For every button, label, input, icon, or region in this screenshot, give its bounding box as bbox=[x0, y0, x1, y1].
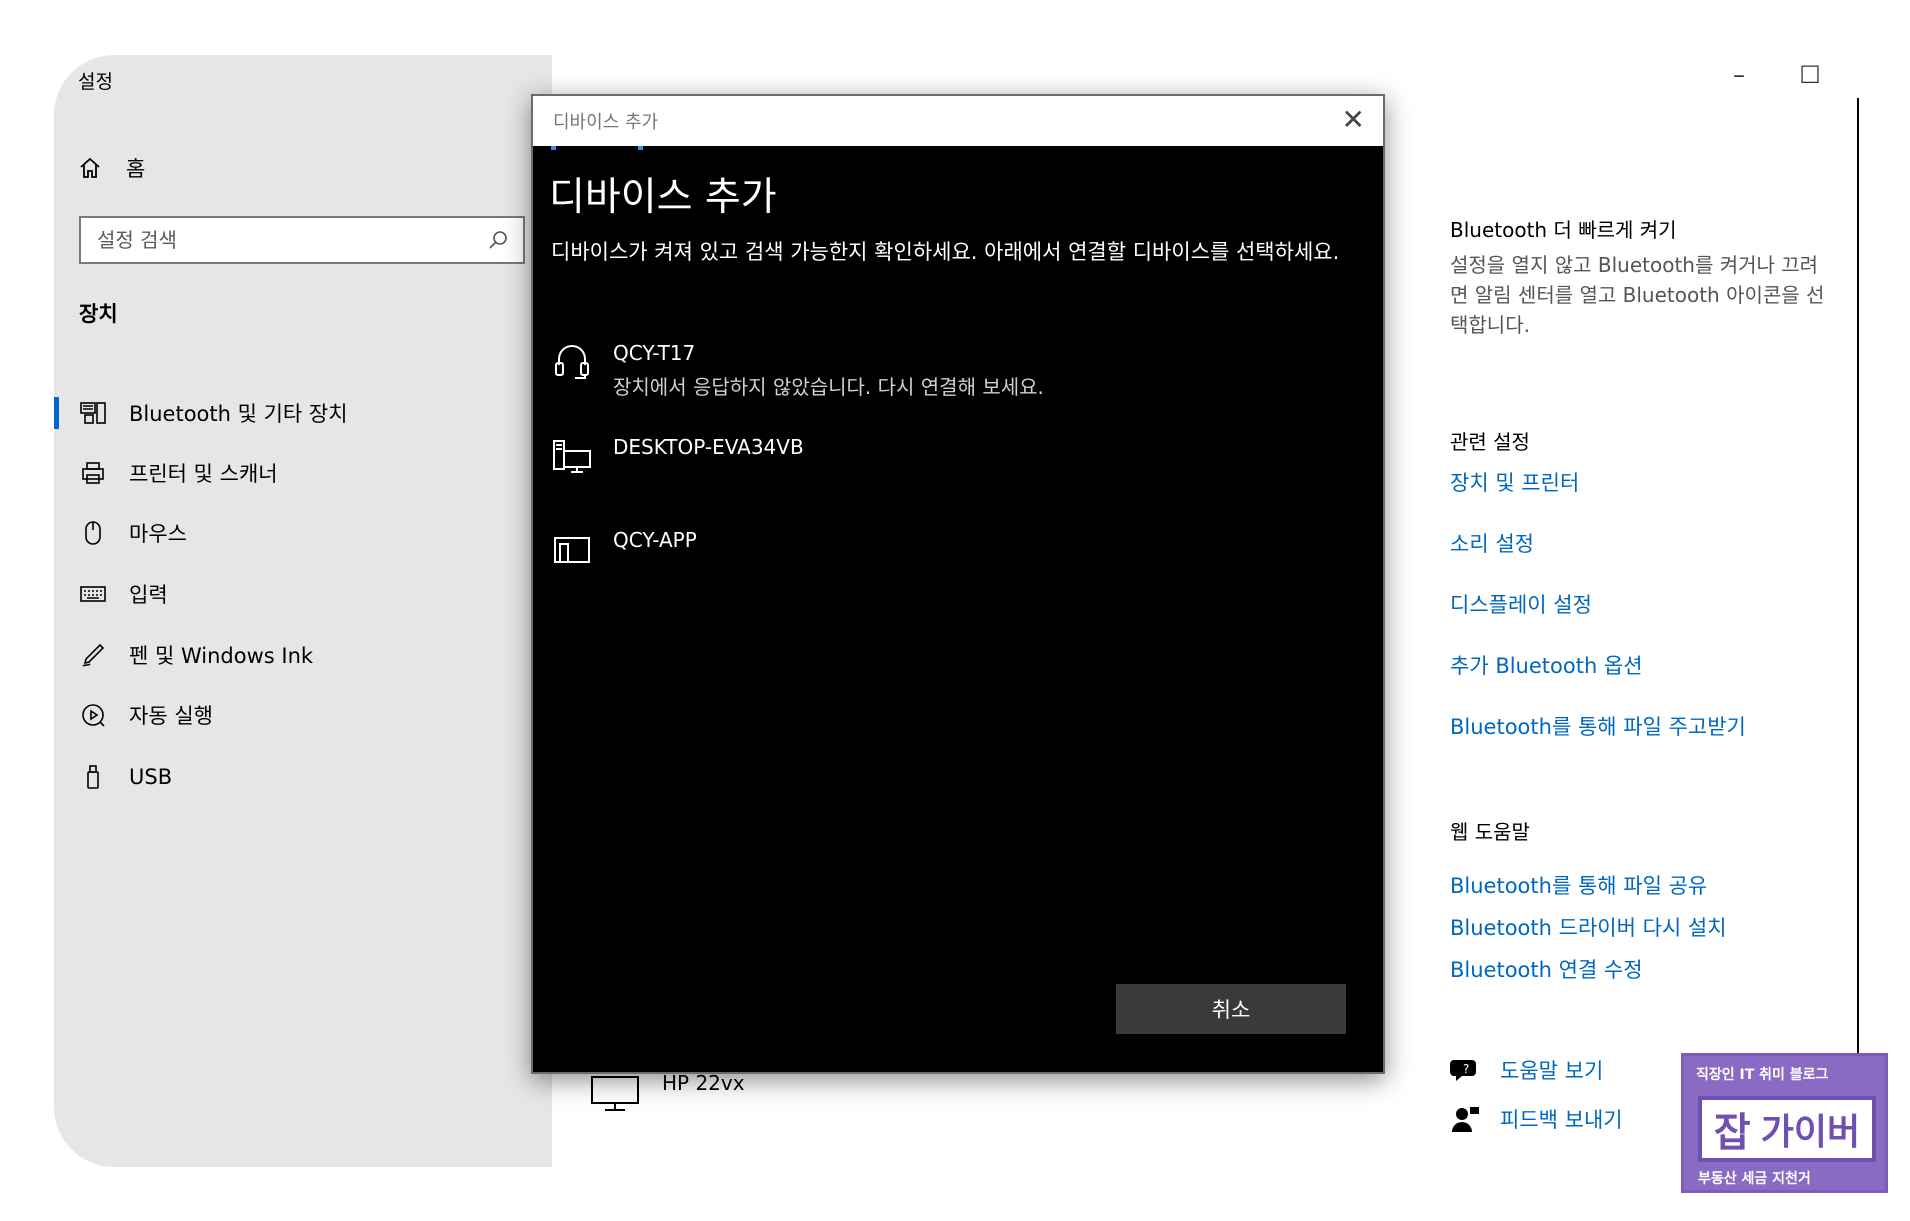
dialog-titlebar: 디바이스 추가 ✕ bbox=[533, 96, 1383, 146]
sidebar-item-printers[interactable]: 프린터 및 스캐너 bbox=[54, 445, 552, 501]
close-button[interactable]: ✕ bbox=[1856, 61, 1860, 89]
progress-dot bbox=[551, 146, 556, 150]
pen-icon bbox=[79, 641, 107, 669]
get-help-link[interactable]: ? 도움말 보기 bbox=[1450, 1055, 1603, 1085]
background-device-item[interactable]: HP 22vx bbox=[590, 1071, 745, 1113]
blog-watermark: 직장인 IT 취미 블로그 잡 가이버 부동산 세금 지천거 bbox=[1681, 1053, 1888, 1193]
dialog-description: 디바이스가 켜져 있고 검색 가능한지 확인하세요. 아래에서 연결할 디바이스… bbox=[551, 240, 1340, 264]
printer-icon bbox=[79, 459, 107, 487]
device-item-desktop[interactable]: DESKTOP-EVA34VB bbox=[551, 435, 804, 477]
device-status: 장치에서 응답하지 않았습니다. 다시 연결해 보세요. bbox=[613, 375, 1044, 399]
search-box[interactable] bbox=[79, 216, 525, 264]
device-item-qcy-t17[interactable]: QCY-T17 장치에서 응답하지 않았습니다. 다시 연결해 보세요. bbox=[551, 341, 1044, 400]
dialog-title: 디바이스 추가 bbox=[549, 175, 777, 220]
sidebar-item-autoplay[interactable]: 자동 실행 bbox=[54, 687, 552, 743]
sidebar-item-bluetooth[interactable]: Bluetooth 및 기타 장치 bbox=[54, 385, 552, 441]
link-display-settings[interactable]: 디스플레이 설정 bbox=[1450, 589, 1592, 619]
watermark-main-1: 잡 bbox=[1713, 1110, 1751, 1156]
svg-text:?: ? bbox=[1463, 1062, 1469, 1076]
link-devices-printers[interactable]: 장치 및 프린터 bbox=[1450, 467, 1579, 497]
device-name: QCY-APP bbox=[613, 528, 697, 552]
device-name: QCY-T17 bbox=[613, 341, 696, 365]
search-input[interactable] bbox=[97, 228, 487, 252]
home-icon bbox=[80, 157, 100, 178]
mouse-icon bbox=[79, 519, 107, 547]
link-share-files[interactable]: Bluetooth를 통해 파일 공유 bbox=[1450, 870, 1707, 900]
device-name: DESKTOP-EVA34VB bbox=[613, 435, 804, 459]
window-edge bbox=[1857, 98, 1859, 1168]
usb-icon bbox=[79, 763, 107, 791]
monitor-icon bbox=[591, 1076, 639, 1111]
sidebar-item-label: USB bbox=[129, 765, 173, 789]
sidebar-item-label: 펜 및 Windows Ink bbox=[129, 644, 314, 668]
watermark-main-2: 가이버 bbox=[1760, 1112, 1861, 1153]
quick-bluetooth-title: Bluetooth 더 빠르게 켜기 bbox=[1450, 218, 1677, 242]
feedback-label: 피드백 보내기 bbox=[1500, 1108, 1623, 1132]
get-help-label: 도움말 보기 bbox=[1500, 1059, 1604, 1083]
section-title: 장치 bbox=[79, 302, 118, 326]
sidebar-item-input[interactable]: 입력 bbox=[54, 566, 552, 622]
desktop-pc-icon bbox=[553, 440, 591, 473]
link-send-receive-files[interactable]: Bluetooth를 통해 파일 주고받기 bbox=[1450, 711, 1746, 741]
sidebar-item-mouse[interactable]: 마우스 bbox=[54, 505, 552, 561]
related-settings-title: 관련 설정 bbox=[1450, 430, 1530, 454]
web-help-title: 웹 도움말 bbox=[1450, 820, 1530, 844]
watermark-top-text: 직장인 IT 취미 블로그 bbox=[1696, 1067, 1829, 1083]
add-device-dialog: 디바이스 추가 ✕ 디바이스 추가 디바이스가 켜져 있고 검색 가능한지 확인… bbox=[531, 94, 1385, 1074]
app-title: 설정 bbox=[78, 71, 113, 93]
link-sound-settings[interactable]: 소리 설정 bbox=[1450, 528, 1534, 558]
sidebar: 설정 홈 장치 Bluetooth 및 기타 장치 프린터 및 스캐너 bbox=[54, 55, 552, 1167]
headset-icon bbox=[555, 345, 589, 379]
sidebar-item-label: 입력 bbox=[129, 583, 168, 607]
bluetooth-devices-icon bbox=[79, 399, 107, 427]
quick-bluetooth-description: 설정을 열지 않고 Bluetooth를 켜거나 끄려면 알림 센터를 열고 B… bbox=[1450, 253, 1825, 337]
sidebar-item-label: 프린터 및 스캐너 bbox=[129, 462, 278, 486]
sidebar-item-label: 자동 실행 bbox=[129, 704, 213, 728]
sidebar-item-usb[interactable]: USB bbox=[54, 749, 552, 805]
dialog-close-icon[interactable]: ✕ bbox=[1342, 106, 1365, 134]
feedback-person-icon bbox=[1452, 1107, 1479, 1132]
device-icon bbox=[554, 537, 590, 563]
feedback-link[interactable]: 피드백 보내기 bbox=[1450, 1104, 1623, 1134]
progress-dot bbox=[638, 146, 643, 150]
watermark-bottom-text: 부동산 세금 지천거 bbox=[1698, 1171, 1811, 1187]
link-fix-connection[interactable]: Bluetooth 연결 수정 bbox=[1450, 954, 1643, 984]
background-device-name: HP 22vx bbox=[662, 1071, 745, 1095]
home-nav-item[interactable]: 홈 bbox=[78, 153, 145, 183]
home-label: 홈 bbox=[126, 157, 146, 181]
link-reinstall-driver[interactable]: Bluetooth 드라이버 다시 설치 bbox=[1450, 912, 1727, 942]
maximize-button[interactable]: ☐ bbox=[1785, 61, 1835, 89]
device-item-qcy-app[interactable]: QCY-APP bbox=[551, 528, 697, 570]
autoplay-icon bbox=[79, 701, 107, 729]
sidebar-item-label: 마우스 bbox=[129, 522, 187, 546]
search-icon[interactable] bbox=[487, 229, 509, 251]
sidebar-item-pen[interactable]: 펜 및 Windows Ink bbox=[54, 627, 552, 683]
watermark-logo: 잡 가이버 bbox=[1698, 1096, 1876, 1162]
sidebar-item-label: Bluetooth 및 기타 장치 bbox=[129, 402, 348, 426]
dialog-bar-title: 디바이스 추가 bbox=[553, 112, 659, 133]
link-more-bluetooth-options[interactable]: 추가 Bluetooth 옵션 bbox=[1450, 650, 1643, 680]
help-chat-icon: ? bbox=[1450, 1060, 1476, 1081]
minimize-button[interactable]: – bbox=[1714, 61, 1764, 89]
keyboard-icon bbox=[79, 580, 107, 608]
cancel-button[interactable]: 취소 bbox=[1116, 984, 1346, 1034]
